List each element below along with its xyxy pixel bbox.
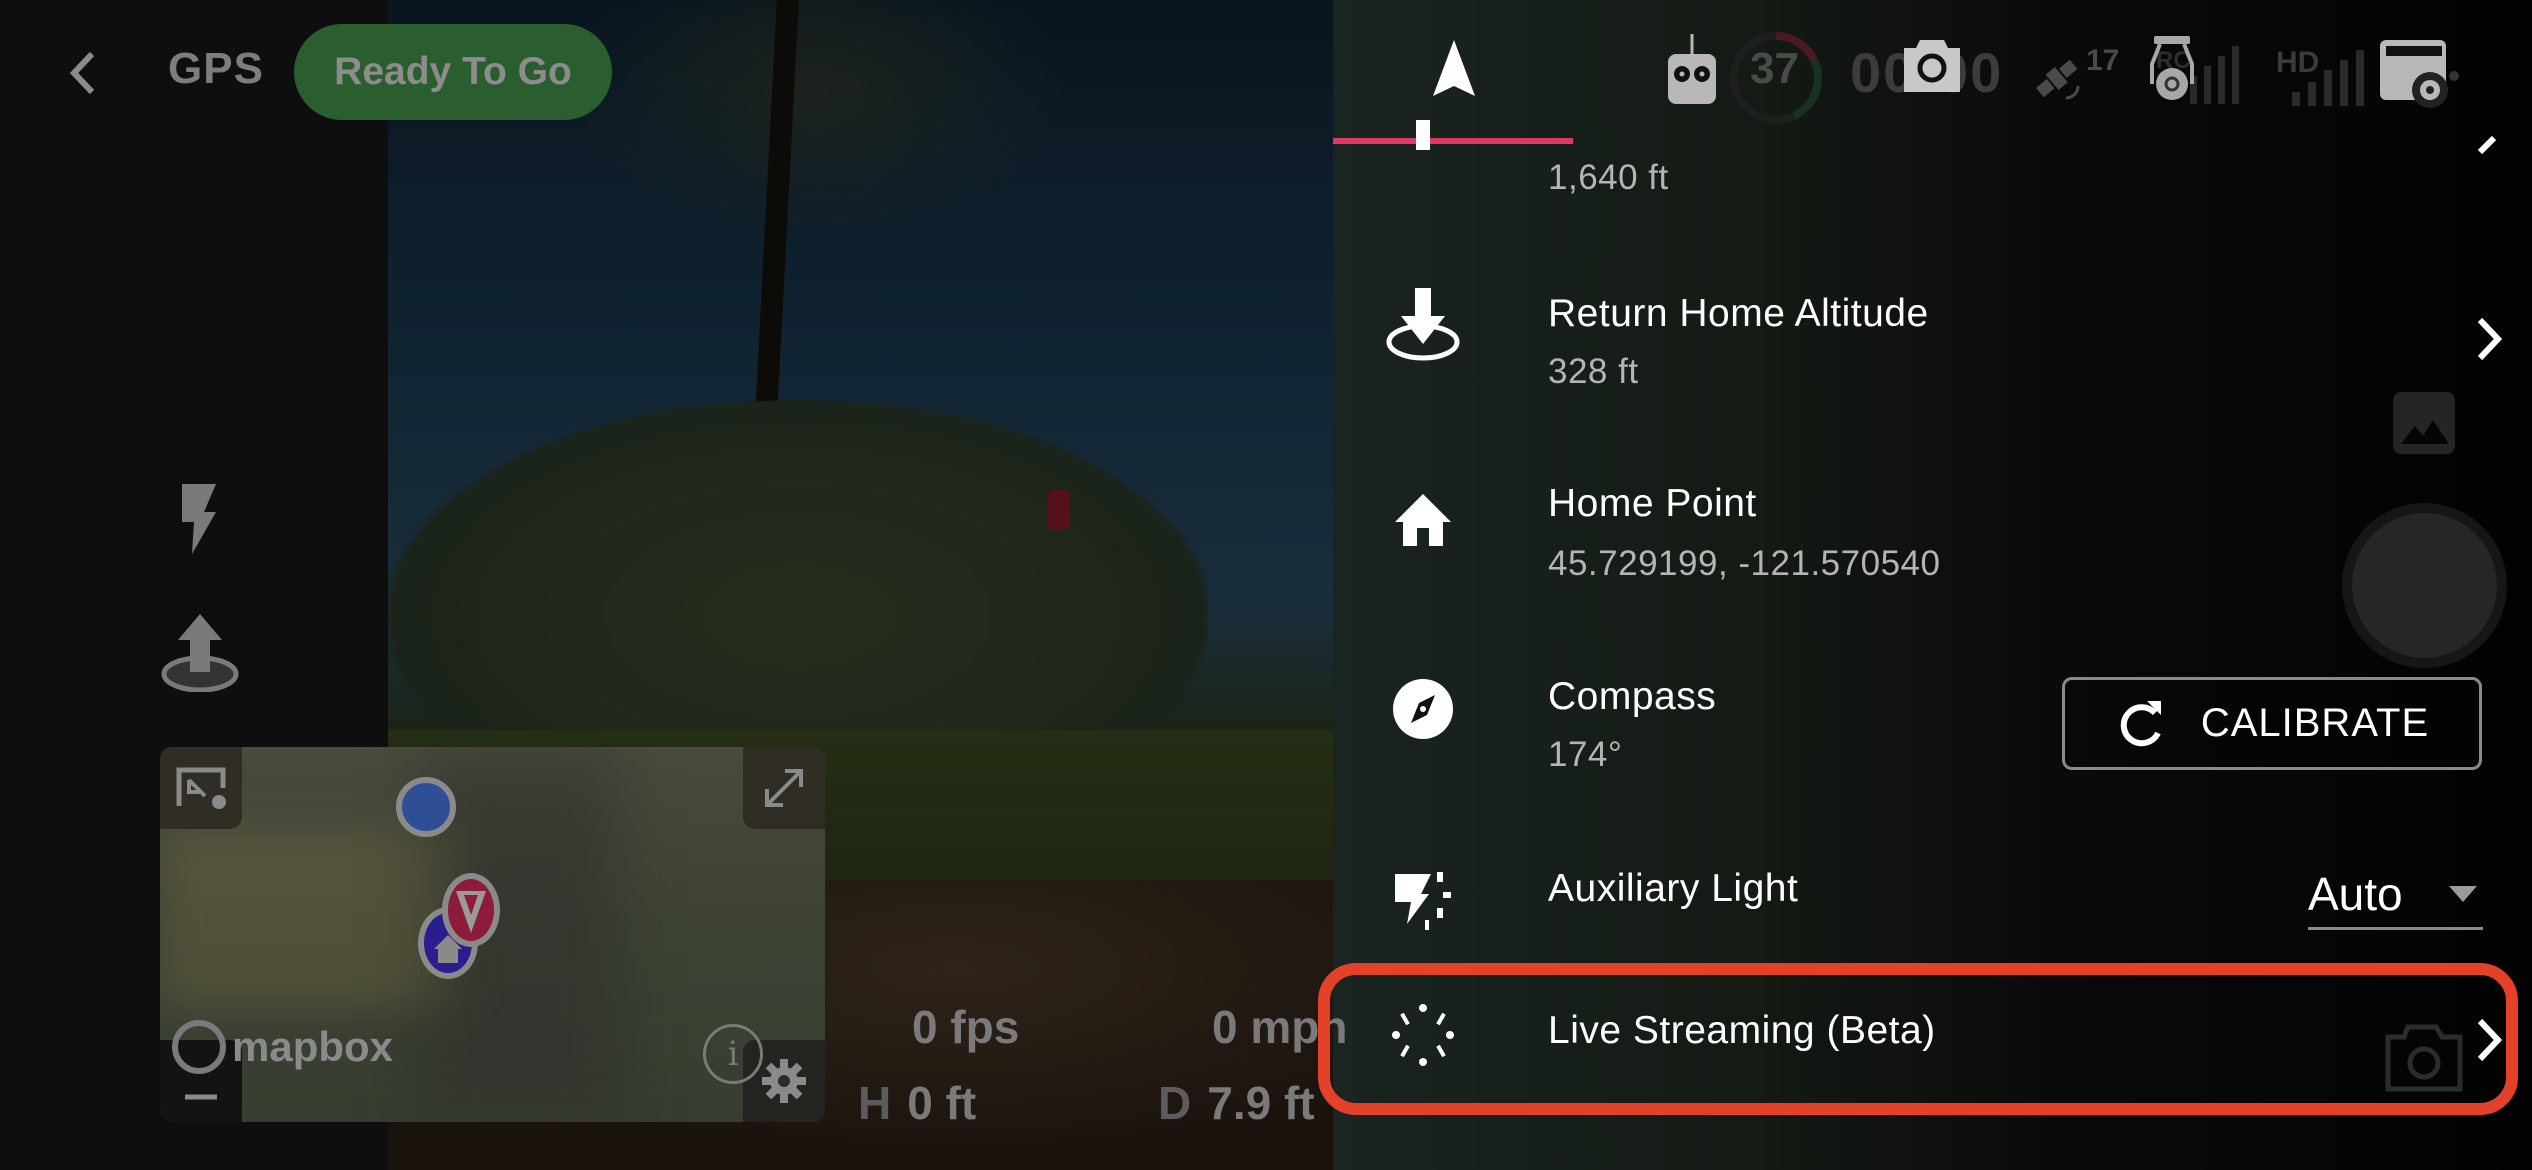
back-button[interactable] (64, 48, 104, 98)
max-distance-value: 1,640 ft (1548, 158, 1669, 197)
setting-return-home-altitude[interactable]: Return Home Altitude 328 ft (1333, 280, 2532, 430)
gimbal-signal-icon[interactable]: RC (2146, 34, 2256, 106)
distance-readout: D 7.9 ft (1158, 1076, 1315, 1130)
compass-value: 174° (1548, 735, 1623, 774)
camera-icon[interactable] (1902, 38, 1962, 94)
gps-label: GPS (168, 44, 264, 93)
map-terrain (160, 827, 460, 1007)
remote-controller-icon[interactable] (1666, 34, 1718, 106)
return-home-altitude-title: Return Home Altitude (1548, 292, 1929, 335)
chevron-right-icon[interactable] (2472, 130, 2508, 180)
height-label: H (858, 1077, 892, 1129)
return-home-altitude-icon (1383, 286, 1463, 366)
compass-title: Compass (1548, 675, 1717, 718)
chevron-right-icon[interactable] (2472, 314, 2508, 364)
map-expand-button[interactable] (743, 747, 825, 829)
flash-button[interactable] (180, 484, 220, 556)
gallery-button[interactable] (2393, 392, 2455, 454)
live-streaming-title: Live Streaming (Beta) (1548, 1009, 1936, 1052)
setting-max-distance[interactable]: 1,640 ft (1333, 100, 2532, 250)
image-icon (2401, 420, 2449, 444)
calibrate-button[interactable]: CALIBRATE (2062, 677, 2482, 770)
auxiliary-light-selected: Auto (2308, 867, 2403, 920)
map-locate-button[interactable] (160, 747, 242, 829)
map-marker-aircraft (442, 873, 500, 947)
takeoff-button[interactable] (160, 612, 240, 693)
calibrate-label: CALIBRATE (2200, 701, 2430, 745)
home-icon (1383, 480, 1463, 560)
live-streaming-icon (1383, 995, 1463, 1075)
satellite-count: 17 (2086, 44, 2120, 77)
refresh-icon (2120, 700, 2161, 746)
battery-percent: 37 (1750, 44, 1799, 93)
setting-live-streaming[interactable]: Live Streaming (Beta) (1333, 975, 2532, 1105)
status-badge[interactable]: Ready To Go (294, 24, 612, 120)
map-marker-user-location (396, 777, 456, 837)
mapbox-label: mapbox (232, 1023, 394, 1070)
camera-settings-icon[interactable] (2378, 38, 2462, 108)
height-value: 0 ft (907, 1077, 977, 1129)
max-distance-icon (1383, 100, 1463, 170)
auxiliary-light-select[interactable]: Auto (2308, 860, 2483, 930)
return-home-altitude-value: 328 ft (1548, 352, 1639, 391)
compass-icon (1383, 669, 1463, 749)
mapbox-logo-icon (172, 1020, 226, 1074)
home-point-title: Home Point (1548, 482, 1757, 525)
speed-readout: 0 mph (1212, 1001, 1348, 1053)
distance-label: D (1158, 1077, 1192, 1129)
caret-down-icon (2449, 885, 2477, 902)
frame-rate-readout: 0 fps (912, 1001, 1020, 1053)
takeoff-icon (161, 614, 239, 693)
shutter-button[interactable] (2342, 503, 2507, 668)
expand-icon (765, 769, 803, 807)
auxiliary-light-title: Auxiliary Light (1548, 867, 1799, 910)
locate-aircraft-icon (176, 767, 226, 809)
height-readout: H 0 ft (858, 1076, 976, 1130)
aircraft-arrow-icon (456, 891, 486, 933)
hd-signal-bars (2292, 50, 2364, 106)
chevron-right-icon[interactable] (2472, 1015, 2508, 1065)
mapbox-attribution[interactable]: mapbox (172, 1020, 393, 1074)
gear-icon (762, 1059, 806, 1103)
lightning-icon (182, 484, 216, 554)
navigation-arrow-icon (1433, 40, 1475, 96)
chevron-left-icon (69, 51, 95, 95)
minimap[interactable]: mapbox i (160, 747, 825, 1122)
auxiliary-light-icon (1383, 857, 1463, 937)
camera-mode-icon[interactable] (2384, 1023, 2464, 1093)
map-info-button[interactable]: i (703, 1024, 763, 1084)
home-point-value: 45.729199, -121.570540 (1548, 544, 1941, 583)
distance-value: 7.9 ft (1207, 1077, 1315, 1129)
